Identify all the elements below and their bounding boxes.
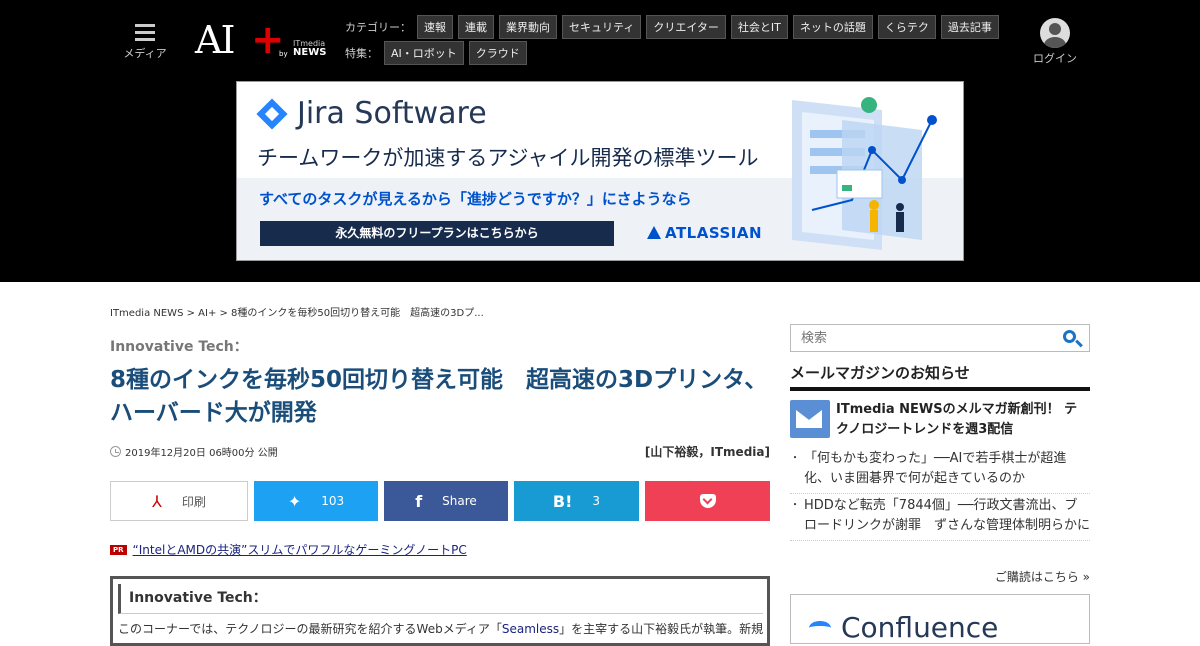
atlassian-logo: ATLASSIAN <box>647 224 762 242</box>
pr-badge: PR <box>110 544 127 555</box>
banner-ad[interactable]: Jira Software チームワークが加速するアジャイル開発の標準ツール す… <box>236 81 964 261</box>
category-net[interactable]: ネットの話題 <box>792 15 873 39</box>
category-rensai[interactable]: 連載 <box>458 15 494 39</box>
login-label: ログイン <box>1033 52 1077 65</box>
author: [山下裕毅，ITmedia] <box>644 445 770 459</box>
twitter-count: 103 <box>321 494 345 508</box>
jira-icon <box>256 97 288 130</box>
mailmag-feature[interactable]: ITmedia NEWSのメルマガ新創刊！ テクノロジートレンドを週3配信 <box>790 400 1090 440</box>
media-menu-button[interactable]: メディア <box>120 20 170 61</box>
category-sokuho[interactable]: 速報 <box>417 15 453 39</box>
confluence-icon <box>809 620 831 635</box>
user-icon <box>1040 18 1070 48</box>
hamburger-icon <box>135 24 155 41</box>
breadcrumb[interactable]: ITmedia NEWS > AI+ > 8種のインクを毎秒50回切り替え可能 … <box>110 304 484 319</box>
login-button[interactable]: ログイン <box>1030 18 1080 66</box>
search-icon[interactable] <box>1063 330 1076 343</box>
atlassian-icon <box>647 226 661 239</box>
logo-ai: AI <box>195 18 235 62</box>
jira-logo: Jira Software <box>256 96 487 131</box>
notebox-body-prefix: このコーナーでは、テクノロジーの最新研究を紹介するWebメディア「 <box>118 622 502 636</box>
notebox-body-suffix: 」を主宰する山下裕毅氏が執筆。新規 <box>559 622 764 636</box>
mailmag-subscribe-link[interactable]: ご購読はこちら » <box>790 568 1090 585</box>
feature-cloud[interactable]: クラウド <box>468 41 527 65</box>
sidebar-ad[interactable]: Confluence <box>790 594 1090 644</box>
mailmag-heading: メールマガジンのお知らせ <box>790 362 1090 391</box>
category-society[interactable]: 社会とIT <box>730 15 788 39</box>
category-creator[interactable]: クリエイター <box>646 15 726 39</box>
print-label: 印刷 <box>181 494 206 509</box>
pr-link[interactable]: PR “IntelとAMDの共演”スリムでパワフルなゲーミングノートPC <box>110 541 467 558</box>
mailmag-item[interactable]: HDDなど転売「7844個」──行政文書流出、ブロードリンクが謝罪 ずさんな管理… <box>790 496 1090 541</box>
logo-by: by <box>279 50 288 58</box>
twitter-icon: ✦ <box>287 491 302 511</box>
facebook-share-button[interactable]: f Share <box>384 481 508 521</box>
category-gyokai[interactable]: 業界動向 <box>499 15 557 39</box>
mailmag-item[interactable]: 「何もかも変わった」──AIで若手棋士が超進化、いま囲碁界で何が起きているのか <box>790 449 1090 494</box>
ad-sub: すべてのタスクが見えるから「進捗どうですか？」にさようなら <box>259 190 692 208</box>
print-button[interactable]: ⅄ 印刷 <box>110 481 248 521</box>
twitter-share-button[interactable]: ✦ 103 <box>254 481 378 521</box>
side-ad-brand: Confluence <box>841 611 999 644</box>
search-input[interactable] <box>790 324 1090 352</box>
ad-brand: Jira Software <box>297 96 487 131</box>
feature-nav: 特集： AI・ロボット クラウド <box>345 41 532 65</box>
clock-icon <box>110 446 121 457</box>
category-label: カテゴリー： <box>345 21 411 34</box>
notebox-body: このコーナーでは、テクノロジーの最新研究を紹介するWebメディア「Seamles… <box>118 620 768 637</box>
pr-link-text[interactable]: “IntelとAMDの共演”スリムでパワフルなゲーミングノートPC <box>133 541 467 558</box>
hatena-count: 3 <box>592 494 601 508</box>
ad-tagline: チームワークが加速するアジャイル開発の標準ツール <box>257 146 759 170</box>
page-title: 8種のインクを毎秒50回切り替え可能 超高速の3Dプリンタ、ハーバード大が開発 <box>110 367 768 426</box>
feature-ai-robot[interactable]: AI・ロボット <box>384 41 464 65</box>
logo-news: NEWS <box>293 47 327 58</box>
category-security[interactable]: セキュリティ <box>562 15 642 39</box>
pocket-button[interactable] <box>645 481 770 521</box>
seamless-link[interactable]: Seamless <box>502 622 559 636</box>
hatena-bookmark-button[interactable]: B! 3 <box>514 481 639 521</box>
mail-icon <box>790 400 830 438</box>
series-label[interactable]: Innovative Tech： <box>110 336 248 356</box>
category-kuratech[interactable]: くらテク <box>877 15 936 39</box>
ad-illustration <box>792 97 937 250</box>
media-menu-label: メディア <box>123 47 167 60</box>
pocket-icon <box>699 494 716 508</box>
series-notebox: Innovative Tech： このコーナーでは、テクノロジーの最新研究を紹介… <box>110 576 770 646</box>
facebook-icon: f <box>415 491 423 511</box>
category-nav: カテゴリー： 速報 連載 業界動向 セキュリティ クリエイター 社会とIT ネッ… <box>345 15 1004 39</box>
category-archive[interactable]: 過去記事 <box>940 15 999 39</box>
publish-date: 2019年12月20日 06時00分 公開 <box>110 444 278 459</box>
notebox-head: Innovative Tech： <box>118 584 763 614</box>
confluence-logo: Confluence <box>809 611 999 644</box>
facebook-label: Share <box>442 494 477 508</box>
ad-company: ATLASSIAN <box>665 224 763 242</box>
pdf-icon: ⅄ <box>152 491 162 511</box>
site-header: メディア AI + ITmedia by NEWS カテゴリー： 速報 連載 業… <box>0 0 1200 282</box>
site-logo[interactable]: AI + ITmedia by NEWS <box>195 17 327 63</box>
hatena-icon: B! <box>552 491 573 511</box>
ad-cta-button[interactable]: 永久無料のフリープランはこちらから <box>260 221 614 246</box>
mailmag-feature-text: ITmedia NEWSのメルマガ新創刊！ テクノロジートレンドを週3配信 <box>836 402 1078 437</box>
publish-date-text: 2019年12月20日 06時00分 公開 <box>125 448 278 459</box>
feature-label: 特集： <box>345 47 378 60</box>
